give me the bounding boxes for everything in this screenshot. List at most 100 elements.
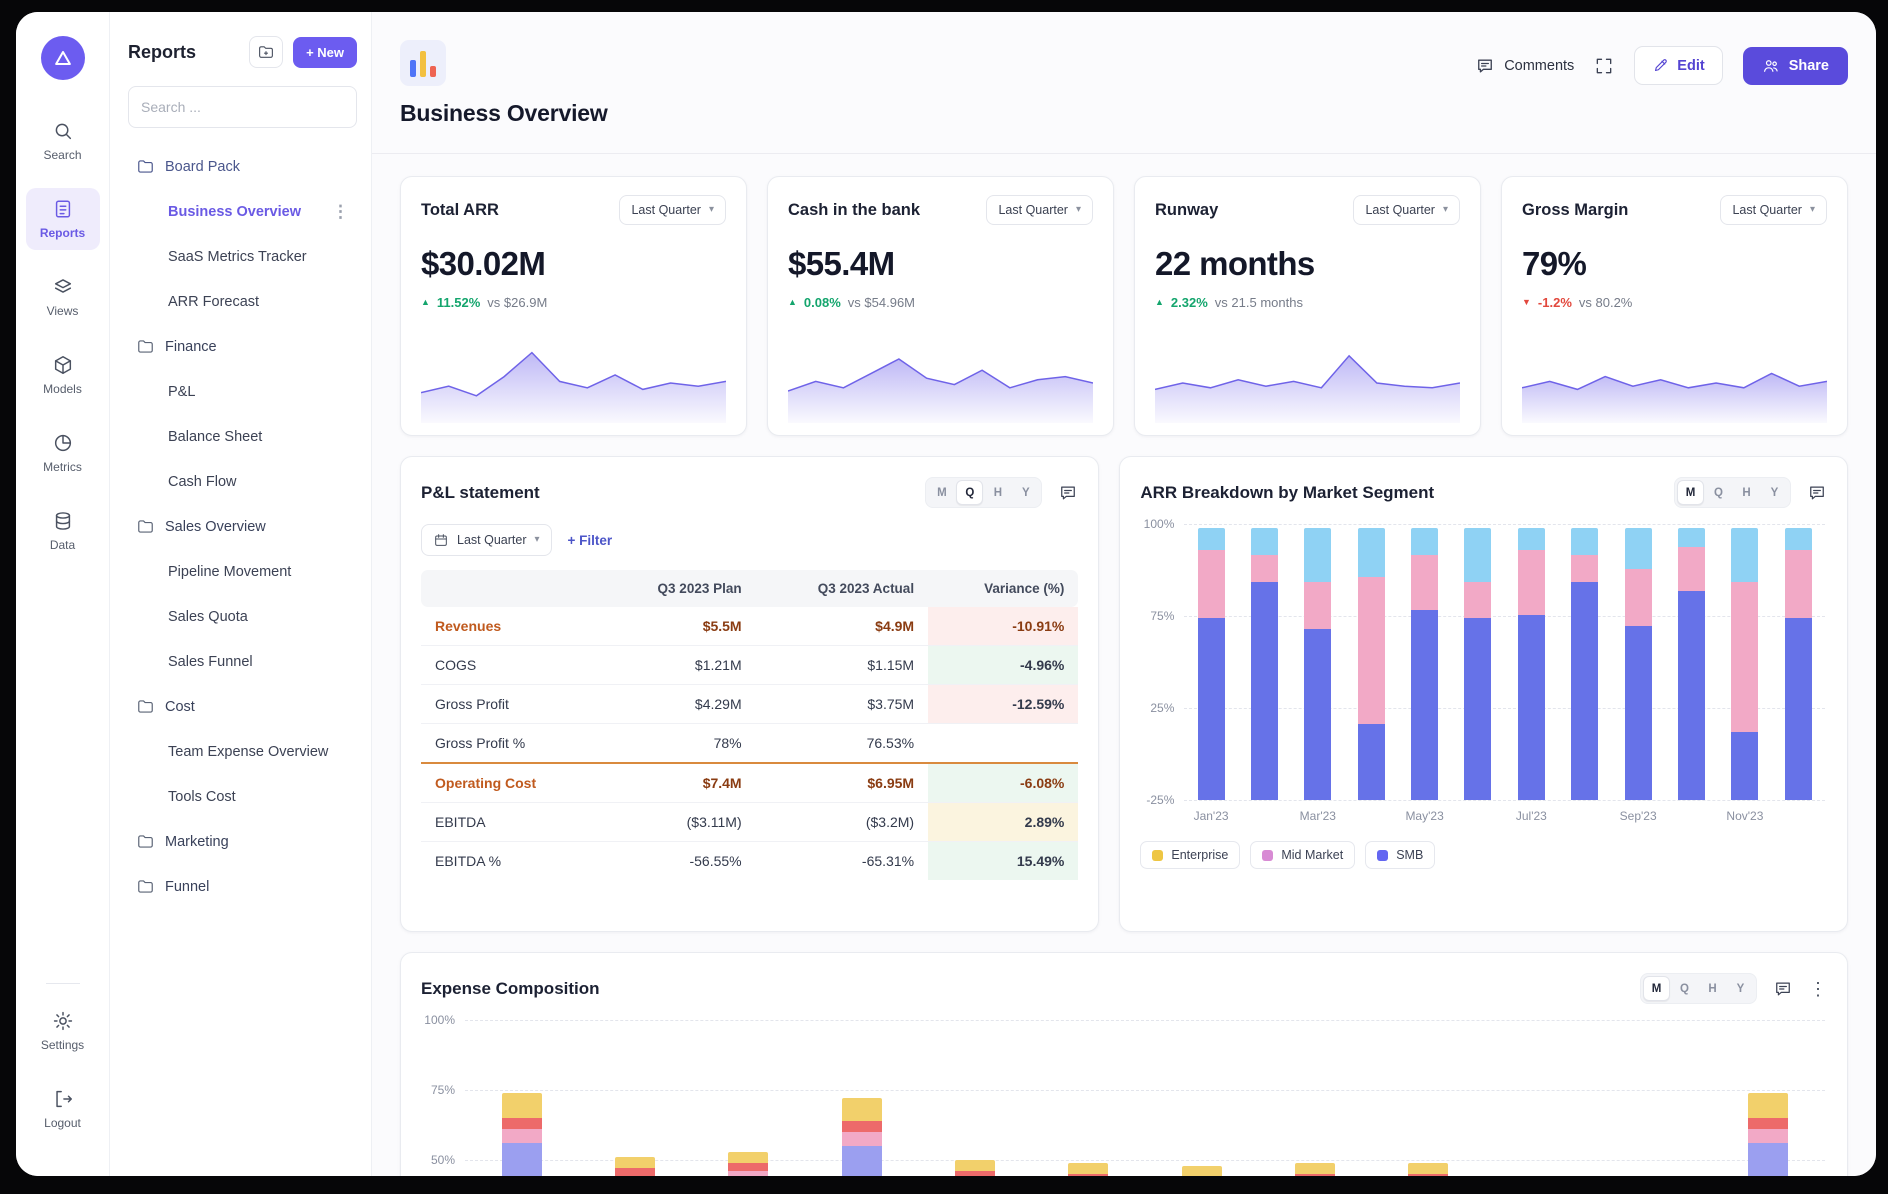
- add-folder-button[interactable]: [249, 36, 283, 68]
- stacked-bar-sep-23[interactable]: [1625, 528, 1652, 800]
- stacked-bar-apr-23[interactable]: [1358, 528, 1385, 800]
- stacked-bar-mar-23[interactable]: [728, 1152, 768, 1176]
- edit-button[interactable]: Edit: [1634, 46, 1722, 85]
- stacked-bar-dec-23[interactable]: [1748, 1093, 1788, 1176]
- bar-segment-enterprise: [1518, 528, 1545, 550]
- sidebar-folder-board-pack[interactable]: Board Pack: [128, 144, 357, 189]
- nav-data[interactable]: Data: [26, 500, 100, 562]
- sidebar-item-team-expense-overview[interactable]: Team Expense Overview: [128, 729, 357, 774]
- stacked-bar-jul-23[interactable]: [1182, 1166, 1222, 1176]
- y-axis-label: 100%: [424, 1013, 455, 1027]
- sidebar-item-tools-cost[interactable]: Tools Cost: [128, 774, 357, 819]
- sidebar-search-input[interactable]: [128, 86, 357, 128]
- legend-mid-market[interactable]: Mid Market: [1250, 841, 1355, 869]
- delta-up-icon: ▲: [421, 298, 430, 307]
- filter-button[interactable]: + Filter: [568, 533, 613, 548]
- stacked-bar-dec-23[interactable]: [1785, 528, 1812, 800]
- y-axis-label: 75%: [431, 1083, 455, 1097]
- sidebar-item-pipeline-movement[interactable]: Pipeline Movement: [128, 549, 357, 594]
- expand-button[interactable]: [1594, 56, 1614, 76]
- granularity-h-button[interactable]: H: [1699, 976, 1726, 1001]
- sidebar-folder-sales-overview[interactable]: Sales Overview: [128, 504, 357, 549]
- stacked-bar-jan-23[interactable]: [502, 1093, 542, 1176]
- stacked-bar-aug-23[interactable]: [1295, 1163, 1335, 1176]
- sidebar-folder-marketing[interactable]: Marketing: [128, 819, 357, 864]
- comments-button[interactable]: Comments: [1475, 56, 1574, 76]
- sidebar-item-sales-funnel[interactable]: Sales Funnel: [128, 639, 357, 684]
- sidebar-item-cash-flow[interactable]: Cash Flow: [128, 459, 357, 504]
- stacked-bar-jun-23[interactable]: [1464, 528, 1491, 800]
- sidebar-item-p-l[interactable]: P&L: [128, 369, 357, 414]
- bar-segment-smb: [1625, 626, 1652, 800]
- stacked-bar-mar-23[interactable]: [1304, 528, 1331, 800]
- granularity-m-button[interactable]: M: [928, 480, 955, 505]
- sidebar-item-sales-quota[interactable]: Sales Quota: [128, 594, 357, 639]
- stacked-bar-oct-23[interactable]: [1678, 528, 1705, 800]
- nav-logout[interactable]: Logout: [26, 1078, 100, 1140]
- stacked-bar-feb-23[interactable]: [615, 1157, 655, 1176]
- granularity-y-button[interactable]: Y: [1727, 976, 1754, 1001]
- granularity-m-button[interactable]: M: [1677, 480, 1704, 505]
- kpi-period-dropdown[interactable]: Last Quarter▾: [1720, 195, 1827, 225]
- sidebar-folder-cost[interactable]: Cost: [128, 684, 357, 729]
- stacked-bar-jan-23[interactable]: [1198, 528, 1225, 800]
- page-header: Business Overview Comments Edit Share: [372, 12, 1876, 154]
- card-comment-button[interactable]: [1058, 483, 1078, 503]
- tree-label: Cost: [165, 699, 195, 715]
- kpi-card-cash-in-the-bank: Cash in the bankLast Quarter▾$55.4M▲0.08…: [767, 176, 1114, 436]
- stacked-bar-may-23[interactable]: [1411, 528, 1438, 800]
- sidebar-item-balance-sheet[interactable]: Balance Sheet: [128, 414, 357, 459]
- nav-metrics[interactable]: Metrics: [26, 422, 100, 484]
- granularity-m-button[interactable]: M: [1643, 976, 1670, 1001]
- granularity-q-button[interactable]: Q: [1705, 480, 1732, 505]
- bar-segment-series-4: [955, 1160, 995, 1171]
- nav-views[interactable]: Views: [26, 266, 100, 328]
- pnl-period-dropdown[interactable]: Last Quarter ▾: [421, 524, 552, 556]
- nav-models[interactable]: Models: [26, 344, 100, 406]
- kpi-period-label: Last Quarter: [1365, 203, 1434, 217]
- sidebar-folder-funnel[interactable]: Funnel: [128, 864, 357, 909]
- pnl-plan-value: $4.29M: [600, 685, 755, 724]
- sidebar-item-business-overview[interactable]: Business Overview⋮: [128, 189, 357, 234]
- nav-search[interactable]: Search: [26, 110, 100, 172]
- stacked-bar-feb-23[interactable]: [1251, 528, 1278, 800]
- card-more-button[interactable]: ⋮: [1809, 980, 1827, 998]
- share-button[interactable]: Share: [1743, 47, 1848, 85]
- stacked-bar-may-23[interactable]: [955, 1160, 995, 1176]
- stacked-bar-sep-23[interactable]: [1408, 1163, 1448, 1176]
- sidebar-item-saas-metrics-tracker[interactable]: SaaS Metrics Tracker: [128, 234, 357, 279]
- card-comment-button[interactable]: [1773, 979, 1793, 999]
- card-comment-button[interactable]: [1807, 483, 1827, 503]
- kpi-period-dropdown[interactable]: Last Quarter▾: [986, 195, 1093, 225]
- new-report-button[interactable]: + New: [293, 37, 357, 68]
- granularity-q-button[interactable]: Q: [956, 480, 983, 505]
- granularity-q-button[interactable]: Q: [1671, 976, 1698, 1001]
- pnl-row-ebitda: EBITDA %-56.55%-65.31%15.49%: [421, 842, 1078, 881]
- granularity-h-button[interactable]: H: [1733, 480, 1760, 505]
- granularity-h-button[interactable]: H: [984, 480, 1011, 505]
- stacked-bar-jun-23[interactable]: [1068, 1163, 1108, 1176]
- kpi-period-dropdown[interactable]: Last Quarter▾: [619, 195, 726, 225]
- legend-enterprise[interactable]: Enterprise: [1140, 841, 1240, 869]
- more-vertical-icon[interactable]: ⋮: [332, 203, 349, 220]
- pnl-row-label: Revenues: [421, 607, 600, 646]
- arr-chart-plot: 100%75%25%-25%: [1184, 524, 1825, 800]
- stacked-bar-nov-23[interactable]: [1731, 528, 1758, 800]
- sidebar-folder-finance[interactable]: Finance: [128, 324, 357, 369]
- nav-reports[interactable]: Reports: [26, 188, 100, 250]
- stacked-bar-aug-23[interactable]: [1571, 528, 1598, 800]
- bar-segment-smb: [1518, 615, 1545, 800]
- pnl-plan-value: $5.5M: [600, 607, 755, 646]
- nav-settings[interactable]: Settings: [26, 1000, 100, 1062]
- kpi-period-dropdown[interactable]: Last Quarter▾: [1353, 195, 1460, 225]
- app-logo[interactable]: [41, 36, 85, 80]
- granularity-y-button[interactable]: Y: [1012, 480, 1039, 505]
- stacked-bar-apr-23[interactable]: [842, 1098, 882, 1176]
- expense-composition-card: Expense Composition MQHY ⋮ 100%75%50%: [400, 952, 1848, 1176]
- legend-smb[interactable]: SMB: [1365, 841, 1435, 869]
- sidebar-item-arr-forecast[interactable]: ARR Forecast: [128, 279, 357, 324]
- bar-segment-series-2: [842, 1132, 882, 1146]
- stacked-bar-jul-23[interactable]: [1518, 528, 1545, 800]
- bar-segment-mid-market: [1625, 569, 1652, 626]
- granularity-y-button[interactable]: Y: [1761, 480, 1788, 505]
